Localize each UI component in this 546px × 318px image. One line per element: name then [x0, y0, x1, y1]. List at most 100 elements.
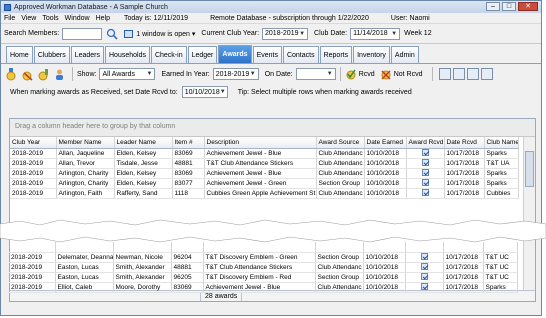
- table-row[interactable]: 2018-2019 Elliot, Caleb Moore, Dorothy 8306…: [9, 282, 518, 293]
- tab-events[interactable]: Events: [252, 46, 282, 63]
- maximize-button[interactable]: □: [502, 2, 516, 11]
- person-award-button[interactable]: [52, 67, 66, 81]
- table-cell: T&T Club Attendance Stickers: [203, 262, 316, 273]
- marking-date-select[interactable]: 10/10/2018 ▼: [181, 86, 228, 98]
- award-rcvd-checkbox[interactable]: [421, 169, 429, 177]
- table-cell: T&T UC: [483, 272, 518, 283]
- table-cell: Elden, Kelsey: [114, 148, 173, 159]
- earned-year-select[interactable]: 2018-2019 ▼: [212, 68, 259, 80]
- tab-check-in[interactable]: Check-in: [150, 46, 187, 63]
- tab-contacts[interactable]: Contacts: [282, 46, 319, 63]
- table-row[interactable]: 2018-2019 Allan, Trevor Tisdale, Jesse 4888…: [10, 158, 519, 169]
- rcvd-button[interactable]: Rcvd: [345, 68, 375, 80]
- column-header[interactable]: Item #: [172, 137, 205, 149]
- table-row[interactable]: 2018-2019 Arlington, Charity Elden, Kelsey…: [10, 178, 519, 189]
- column-header[interactable]: Leader Name: [114, 137, 173, 149]
- table-cell: 83069: [172, 168, 205, 179]
- table-cell: Tisdale, Jesse: [114, 158, 173, 169]
- award-rcvd-checkbox[interactable]: [421, 159, 429, 167]
- award-rcvd-cell: [405, 242, 444, 253]
- table-cell: T&T UC: [483, 252, 518, 263]
- table-row[interactable]: [9, 242, 518, 253]
- chevron-down-icon: ▼: [299, 30, 306, 37]
- award-add-button[interactable]: [4, 67, 18, 81]
- column-header[interactable]: Award Rcvd: [406, 137, 445, 149]
- column-header[interactable]: Date Rcvd: [444, 137, 485, 149]
- tab-households[interactable]: Households: [105, 46, 150, 63]
- award-rcvd-checkbox[interactable]: [420, 253, 428, 261]
- tip-text: Tip: Select multiple rows when marking a…: [237, 88, 412, 96]
- award-edit-button[interactable]: [36, 67, 50, 81]
- table-cell: Achievement Jewel - Blue: [203, 282, 316, 293]
- tab-admin[interactable]: Admin: [390, 46, 419, 63]
- tab-awards[interactable]: Awards: [218, 45, 252, 63]
- table-body-bottom-wrapper: 2018-2019 Delemater, Deanna Newman, Nicole…: [9, 242, 518, 293]
- menu-window[interactable]: Window: [65, 15, 90, 22]
- on-date-select[interactable]: ▼: [295, 68, 336, 80]
- column-header[interactable]: Description: [204, 137, 317, 149]
- award-rcvd-checkbox[interactable]: [420, 263, 428, 271]
- menu-view[interactable]: View: [21, 15, 36, 22]
- table-row[interactable]: 2018-2019 Allan, Jaqueline Elden, Kelsey 83…: [10, 148, 519, 159]
- search-input[interactable]: [62, 27, 103, 40]
- club-date-select[interactable]: 11/14/2018 ▼: [350, 27, 401, 40]
- award-rcvd-checkbox[interactable]: [421, 149, 429, 157]
- menu-help[interactable]: Help: [96, 15, 110, 22]
- table-cell: 10/10/2018: [364, 148, 407, 159]
- table-cell: 10/17/2018: [444, 178, 485, 189]
- minimize-button[interactable]: –: [486, 2, 500, 11]
- column-header[interactable]: Club Year: [10, 137, 57, 149]
- chevron-down-icon: ▼: [391, 30, 398, 37]
- refresh-button[interactable]: [438, 68, 451, 80]
- award-rcvd-checkbox[interactable]: [421, 179, 429, 187]
- not-rcvd-button[interactable]: Not Rcvd: [380, 68, 423, 80]
- column-header[interactable]: Award Source: [316, 137, 365, 149]
- award-rcvd-cell: [405, 262, 444, 273]
- table-cell: Club Attendanc: [316, 168, 365, 179]
- club-year-select[interactable]: 2018-2019 ▼: [262, 27, 309, 40]
- award-count: 28 awards: [200, 292, 243, 301]
- table-cell: [55, 242, 114, 253]
- table-cell: Allan, Trevor: [56, 158, 115, 169]
- column-header[interactable]: Club Name: [484, 137, 519, 149]
- table-body-top: 2018-2019 Allan, Jaqueline Elden, Kelsey 83…: [10, 148, 519, 199]
- table-cell: 83069: [172, 148, 205, 159]
- windows-open-dropdown[interactable]: 1 window is open ▾: [124, 29, 195, 38]
- award-rcvd-checkbox[interactable]: [420, 283, 428, 291]
- column-header[interactable]: Date Earned: [364, 137, 407, 149]
- award-rcvd-checkbox[interactable]: [421, 189, 429, 197]
- award-remove-button[interactable]: [20, 67, 34, 81]
- export-button[interactable]: [452, 68, 465, 80]
- close-button[interactable]: ✕: [518, 2, 538, 11]
- tab-leaders[interactable]: Leaders: [70, 46, 104, 63]
- print-button[interactable]: [466, 68, 479, 80]
- tab-ledger[interactable]: Ledger: [187, 46, 218, 63]
- tab-home[interactable]: Home: [6, 46, 33, 63]
- tab-reports[interactable]: Reports: [319, 46, 353, 63]
- award-rcvd-checkbox[interactable]: [420, 273, 428, 281]
- table-row[interactable]: 2018-2019 Easton, Lucas Smith, Alexander 96…: [9, 272, 518, 283]
- tab-inventory[interactable]: Inventory: [353, 46, 390, 63]
- table-cell: 10/10/2018: [363, 272, 406, 283]
- table-row[interactable]: 2018-2019 Arlington, Faith Rafferty, Sand 1…: [10, 188, 519, 199]
- on-date-label: On Date:: [264, 70, 293, 78]
- toolbar-separator: [72, 67, 73, 81]
- group-by-panel[interactable]: Drag a column header here to group by th…: [10, 119, 535, 137]
- earned-year-value: 2018-2019: [215, 70, 250, 78]
- menu-file[interactable]: File: [4, 15, 15, 22]
- search-button[interactable]: [105, 27, 119, 41]
- column-header[interactable]: Member Name: [56, 137, 115, 149]
- tab-clubbers[interactable]: Clubbers: [33, 46, 70, 63]
- layout-button[interactable]: [480, 68, 493, 80]
- scrollbar-thumb[interactable]: [525, 151, 534, 187]
- table-row[interactable]: 2018-2019 Arlington, Charity Elden, Kelsey…: [10, 168, 519, 179]
- vertical-scrollbar[interactable]: [523, 137, 535, 292]
- table-cell: 10/17/2018: [444, 188, 485, 199]
- rcvd-icon: [346, 69, 356, 80]
- show-select[interactable]: All Awards ▼: [99, 68, 156, 80]
- table-row[interactable]: 2018-2019 Delemater, Deanna Newman, Nicole…: [9, 252, 518, 263]
- table-row[interactable]: 2018-2019 Easton, Lucas Smith, Alexander 48…: [9, 262, 518, 273]
- show-value: All Awards: [102, 70, 136, 78]
- table-cell: 1118: [172, 188, 205, 199]
- menu-tools[interactable]: Tools: [42, 15, 58, 22]
